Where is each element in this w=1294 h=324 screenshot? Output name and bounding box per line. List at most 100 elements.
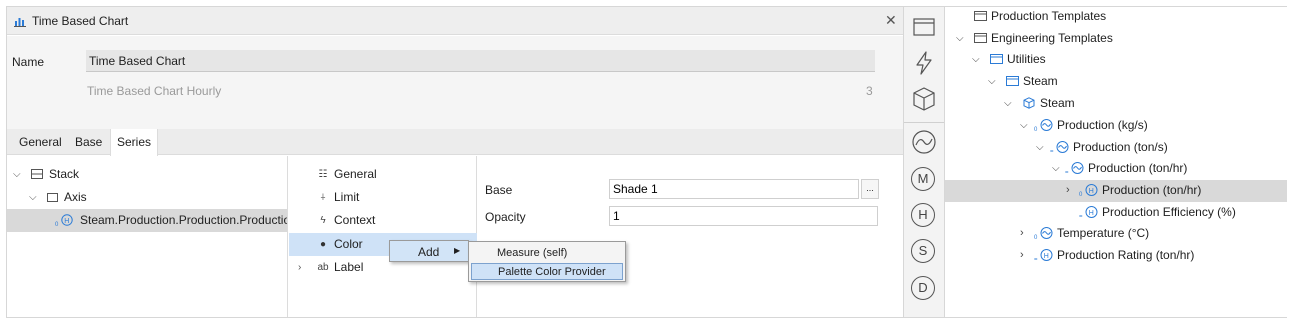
chevron-right-icon[interactable]: ›	[1020, 245, 1024, 267]
tree-item-label: Axis	[64, 190, 87, 204]
svg-text:=: =	[1034, 257, 1038, 262]
tree-item-production-tonhr-series[interactable]: › 0H Production (ton/hr)	[945, 180, 1287, 202]
chevron-right-icon[interactable]: ›	[1020, 223, 1024, 245]
chevron-down-icon[interactable]: ⌵	[972, 49, 980, 71]
chevron-down-icon[interactable]: ⌵	[1004, 93, 1012, 115]
base-input[interactable]	[609, 179, 859, 199]
tab-series[interactable]: Series	[110, 129, 159, 156]
tree-item-label: Production Templates	[991, 9, 1107, 23]
measure-icon: =	[1050, 141, 1069, 154]
chevron-down-icon[interactable]: ⌵	[13, 163, 21, 186]
template-tree: Production Templates ⌵ Engineering Templ…	[945, 7, 1287, 317]
context-menu-add[interactable]: Add ▶	[389, 240, 469, 262]
tree-item-stack[interactable]: ⌵ Stack	[7, 163, 287, 186]
submenu-arrow-icon: ▶	[454, 246, 461, 255]
measure-h-button[interactable]: H	[911, 203, 935, 227]
tree-item-steam-folder[interactable]: ⌵ Steam	[945, 71, 1287, 93]
tree-item-temperature[interactable]: › 0 Temperature (°C)	[945, 223, 1287, 245]
svg-text:0: 0	[55, 222, 59, 227]
dot-icon: ●	[319, 239, 327, 250]
tree-item-series[interactable]: 0 H Steam.Production.Production.Producti…	[7, 209, 287, 232]
description-text[interactable]: Time Based Chart Hourly	[87, 84, 221, 98]
measure-m-button[interactable]: M	[911, 167, 935, 191]
svg-text:=: =	[1065, 170, 1069, 175]
tree-item-engineering-templates[interactable]: ⌵ Engineering Templates	[945, 28, 1287, 50]
tree-item-utilities[interactable]: ⌵ Utilities	[945, 49, 1287, 71]
chevron-right-icon[interactable]: ›	[298, 256, 301, 279]
tree-item-label: Production (kg/s)	[1057, 118, 1148, 132]
side-toolbar: M H S D	[904, 7, 945, 317]
tree-item-production-tons[interactable]: ⌵ = Production (ton/s)	[945, 137, 1287, 159]
chevron-right-icon[interactable]: ›	[1066, 180, 1070, 202]
series-settings-menu: ☷ General ⍭ Limit ϟ Context ● Color › ab…	[289, 156, 477, 317]
lightning-icon: ϟ	[320, 215, 326, 226]
chevron-down-icon[interactable]: ⌵	[956, 28, 964, 50]
tree-item-label: Utilities	[1007, 52, 1046, 66]
app-frame: Time Based Chart ✕ Name Time Based Chart…	[6, 6, 1287, 318]
folder-icon	[974, 11, 987, 21]
chevron-down-icon[interactable]: ⌵	[29, 186, 37, 209]
svg-text:H: H	[1089, 188, 1094, 195]
chevron-down-icon[interactable]: ⌵	[1052, 158, 1060, 180]
base-label: Base	[485, 183, 513, 197]
toolbar-divider	[904, 122, 944, 123]
menu-item-measure-self[interactable]: Measure (self)	[471, 245, 623, 262]
tree-item-label: Temperature (°C)	[1057, 226, 1150, 240]
description-count: 3	[866, 84, 873, 98]
menu-item-palette-color-provider[interactable]: Palette Color Provider	[471, 263, 623, 280]
tree-item-label: Production (ton/s)	[1073, 140, 1168, 154]
properties-section: Name Time Based Chart Hourly 3	[7, 36, 903, 129]
measure-s-button[interactable]: S	[911, 239, 935, 263]
name-input[interactable]	[86, 50, 875, 72]
opacity-input[interactable]	[609, 206, 878, 226]
folder-icon	[974, 33, 987, 43]
chevron-down-icon[interactable]: ⌵	[1036, 137, 1044, 159]
list-icon: ☷	[318, 169, 328, 180]
svg-text:0: 0	[1079, 192, 1083, 197]
tree-item-production-templates[interactable]: Production Templates	[945, 6, 1287, 28]
measure-icon: 0	[1034, 119, 1053, 132]
svg-text:H: H	[1089, 210, 1094, 217]
chevron-down-icon[interactable]: ⌵	[1020, 115, 1028, 137]
close-icon[interactable]: ✕	[885, 12, 897, 29]
menu-item-label: Limit	[334, 190, 360, 204]
cube-icon	[1023, 97, 1035, 109]
menu-item-label: Label	[334, 260, 364, 274]
measure-h-icon: = H	[1034, 249, 1053, 262]
menu-item-limit[interactable]: ⍭ Limit	[289, 186, 477, 209]
tree-item-production-kgs[interactable]: ⌵ 0 Production (kg/s)	[945, 115, 1287, 137]
tree-item-steam-element[interactable]: ⌵ Steam	[945, 93, 1287, 115]
chart-icon	[14, 18, 26, 27]
measure-h-icon: 0 H	[55, 214, 73, 227]
detail-panel: Base ... Opacity	[478, 156, 903, 317]
chevron-down-icon[interactable]: ⌵	[988, 71, 996, 93]
title-bar: Time Based Chart ✕	[7, 7, 903, 35]
menu-item-label: Context	[334, 213, 376, 227]
menu-item-general[interactable]: ☷ General	[289, 163, 477, 186]
tree-item-production-efficiency[interactable]: = H Production Efficiency (%)	[945, 202, 1287, 224]
lightning-icon[interactable]	[910, 49, 938, 77]
tree-item-production-rating[interactable]: › = H Production Rating (ton/hr)	[945, 245, 1287, 267]
svg-text:H: H	[64, 218, 69, 225]
cube-icon[interactable]	[910, 85, 938, 113]
tree-item-label: Production Efficiency (%)	[1102, 205, 1236, 219]
measure-icon: =	[1065, 162, 1084, 175]
tree-item-label: Engineering Templates	[991, 31, 1113, 45]
tree-item-production-tonhr[interactable]: ⌵ = Production (ton/hr)	[945, 158, 1287, 180]
measure-d-button[interactable]: D	[911, 276, 935, 300]
tree-item-label: Production Rating (ton/hr)	[1057, 248, 1195, 262]
tree-item-label: Steam	[1023, 74, 1058, 88]
tree-item-axis[interactable]: ⌵ Axis	[7, 186, 287, 209]
tab-general[interactable]: General	[13, 129, 68, 155]
svg-text:0: 0	[1034, 235, 1038, 240]
window-title: Time Based Chart	[32, 14, 129, 28]
trend-icon[interactable]	[910, 128, 938, 156]
browse-button[interactable]: ...	[861, 179, 879, 199]
menu-item-context[interactable]: ϟ Context	[289, 209, 477, 232]
window-icon[interactable]	[910, 13, 938, 41]
tab-base[interactable]: Base	[69, 129, 108, 155]
series-tree: ⌵ Stack ⌵ Axis 0 H Steam.Production.Prod…	[7, 156, 288, 317]
ab-icon: ab	[317, 262, 329, 273]
stack-icon	[31, 169, 43, 179]
context-submenu: Measure (self) Palette Color Provider	[468, 241, 626, 282]
